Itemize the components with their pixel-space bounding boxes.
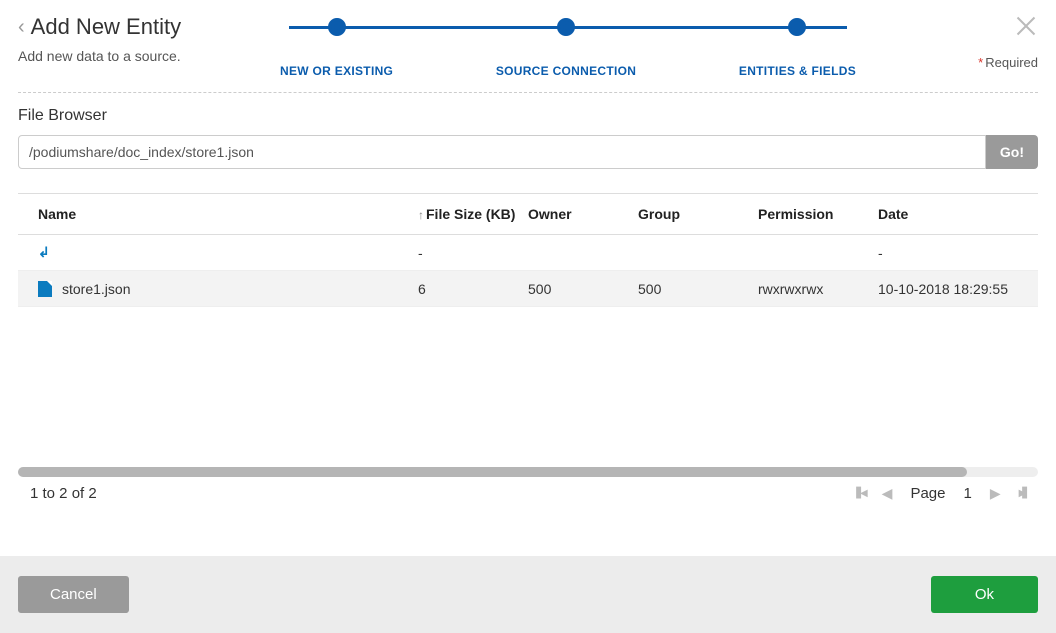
col-date[interactable]: Date (878, 206, 1018, 222)
step-dot-icon (788, 18, 806, 36)
cell-owner: 500 (528, 281, 638, 297)
col-owner[interactable]: Owner (528, 206, 638, 222)
col-group[interactable]: Group (638, 206, 758, 222)
step-label: SOURCE CONNECTION (496, 64, 636, 78)
go-button[interactable]: Go! (986, 135, 1038, 169)
cell-size: 6 (418, 281, 528, 297)
table-header: Name ↑File Size (KB) Owner Group Permiss… (18, 194, 1038, 235)
file-browser-title: File Browser (18, 107, 1038, 125)
pager-page-label: Page (910, 485, 945, 502)
pager-page-number: 1 (963, 485, 971, 502)
col-size-label: File Size (KB) (426, 206, 515, 222)
col-permission[interactable]: Permission (758, 206, 878, 222)
sort-asc-icon: ↑ (418, 208, 424, 222)
pager-next-icon[interactable]: ▶ (990, 485, 1001, 502)
cancel-button[interactable]: Cancel (18, 576, 129, 613)
table-row[interactable]: store1.json 6 500 500 rwxrwxrwx 10-10-20… (18, 271, 1038, 307)
back-chevron-icon[interactable]: ‹ (18, 17, 25, 37)
file-table: Name ↑File Size (KB) Owner Group Permiss… (18, 193, 1038, 307)
step-dot-icon (328, 18, 346, 36)
cell-date: - (878, 245, 1018, 261)
pager-first-icon[interactable]: ▋◀ (856, 488, 863, 499)
required-star-icon: * (978, 55, 983, 70)
step-label: NEW OR EXISTING (280, 64, 393, 78)
pager-last-icon[interactable]: ▶▋ (1019, 488, 1026, 499)
ok-button[interactable]: Ok (931, 576, 1038, 613)
horizontal-scrollbar[interactable] (18, 467, 1038, 477)
cell-size: - (418, 245, 528, 261)
col-name[interactable]: Name (38, 206, 418, 222)
cell-date: 10-10-2018 18:29:55 (878, 281, 1018, 297)
table-row-up[interactable]: ↲ - - (18, 235, 1038, 271)
pager-prev-icon[interactable]: ◀ (882, 485, 893, 502)
cell-name: store1.json (62, 281, 130, 297)
step-dot-icon (557, 18, 575, 36)
close-icon[interactable] (1014, 14, 1038, 38)
cell-permission: rwxrwxrwx (758, 281, 878, 297)
wizard-stepper: NEW OR EXISTING SOURCE CONNECTION ENTITI… (280, 18, 856, 78)
scrollbar-thumb[interactable] (18, 467, 967, 477)
folder-up-icon: ↲ (38, 244, 50, 261)
required-note: *Required (978, 55, 1038, 70)
col-size[interactable]: ↑File Size (KB) (418, 206, 528, 222)
pager-range: 1 to 2 of 2 (30, 485, 97, 502)
path-input[interactable] (18, 135, 986, 169)
file-icon (38, 281, 52, 297)
page-title: Add New Entity (31, 14, 181, 40)
required-label: Required (985, 55, 1038, 70)
step-label: ENTITIES & FIELDS (739, 64, 856, 78)
cell-group: 500 (638, 281, 758, 297)
